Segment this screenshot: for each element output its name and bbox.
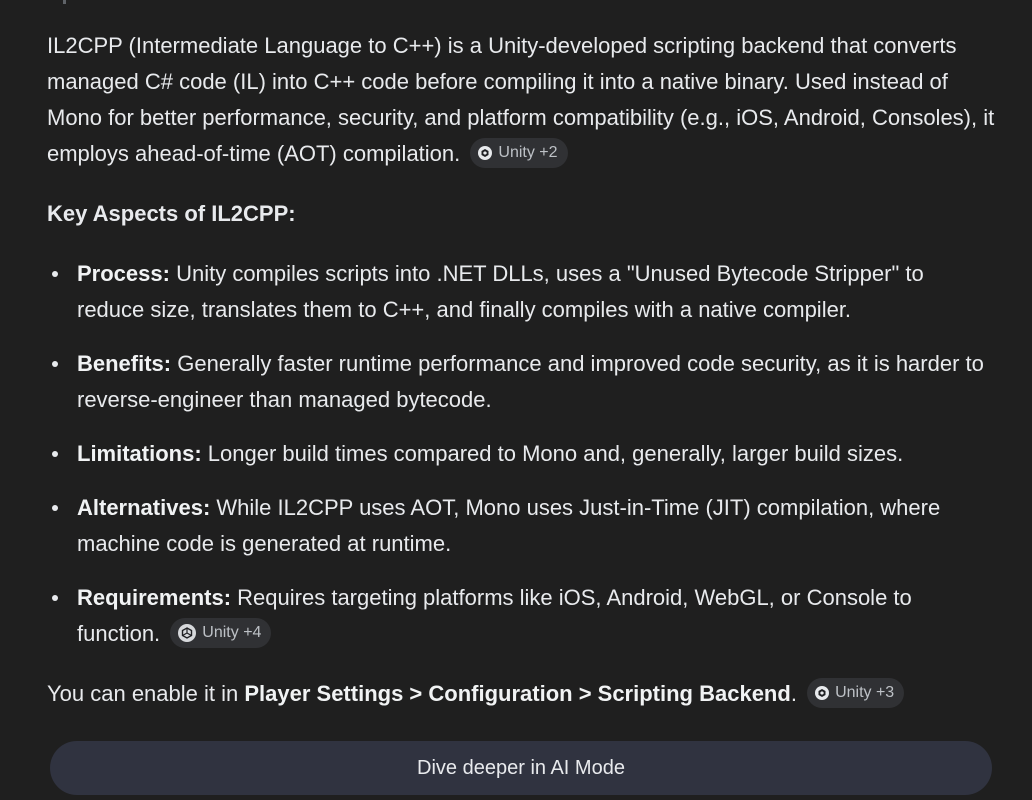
key-aspects-list: Process: Unity compiles scripts into .NE… xyxy=(47,256,997,652)
list-item-text: Unity compiles scripts into .NET DLLs, u… xyxy=(77,261,924,322)
closing-suffix: . xyxy=(790,681,797,706)
list-item-alternatives: Alternatives: While IL2CPP uses AOT, Mon… xyxy=(47,490,997,562)
ai-overview-content: IL2CPP (Intermediate Language to C++) is… xyxy=(47,28,997,712)
closing-paragraph: You can enable it in Player Settings > C… xyxy=(47,676,997,712)
source-chip-requirements[interactable]: Unity +4 xyxy=(170,618,272,649)
list-item-label: Process: xyxy=(77,261,170,286)
unity-logo-icon xyxy=(478,146,493,161)
source-chip-label: Unity +2 xyxy=(498,144,558,162)
source-chip-label: Unity +3 xyxy=(835,684,895,702)
list-item-limitations: Limitations: Longer build times compared… xyxy=(47,436,997,472)
source-chip-label: Unity +4 xyxy=(202,624,262,642)
list-item-text: Generally faster runtime performance and… xyxy=(77,351,984,412)
scroll-indicator xyxy=(63,0,66,4)
source-chip-closing[interactable]: Unity +3 xyxy=(807,678,905,709)
dive-deeper-ai-mode-button[interactable]: Dive deeper in AI Mode xyxy=(50,741,992,795)
list-item-benefits: Benefits: Generally faster runtime perfo… xyxy=(47,346,997,418)
list-item-label: Alternatives: xyxy=(77,495,211,520)
source-chip-intro[interactable]: Unity +2 xyxy=(470,138,568,169)
unity-logo-icon xyxy=(178,624,197,643)
list-item-requirements: Requirements: Requires targeting platfor… xyxy=(47,580,997,652)
list-item-label: Requirements: xyxy=(77,585,232,610)
closing-prefix: You can enable it in xyxy=(47,681,239,706)
section-heading: Key Aspects of IL2CPP: xyxy=(47,201,296,226)
list-item-process: Process: Unity compiles scripts into .NE… xyxy=(47,256,997,328)
list-item-text: Longer build times compared to Mono and,… xyxy=(207,441,904,466)
list-item-label: Benefits: xyxy=(77,351,172,376)
list-item-label: Limitations: xyxy=(77,441,202,466)
unity-logo-icon xyxy=(815,686,830,701)
settings-path: Player Settings > Configuration > Script… xyxy=(244,681,791,706)
intro-paragraph: IL2CPP (Intermediate Language to C++) is… xyxy=(47,28,997,172)
dive-button-label: Dive deeper in AI Mode xyxy=(417,756,625,779)
